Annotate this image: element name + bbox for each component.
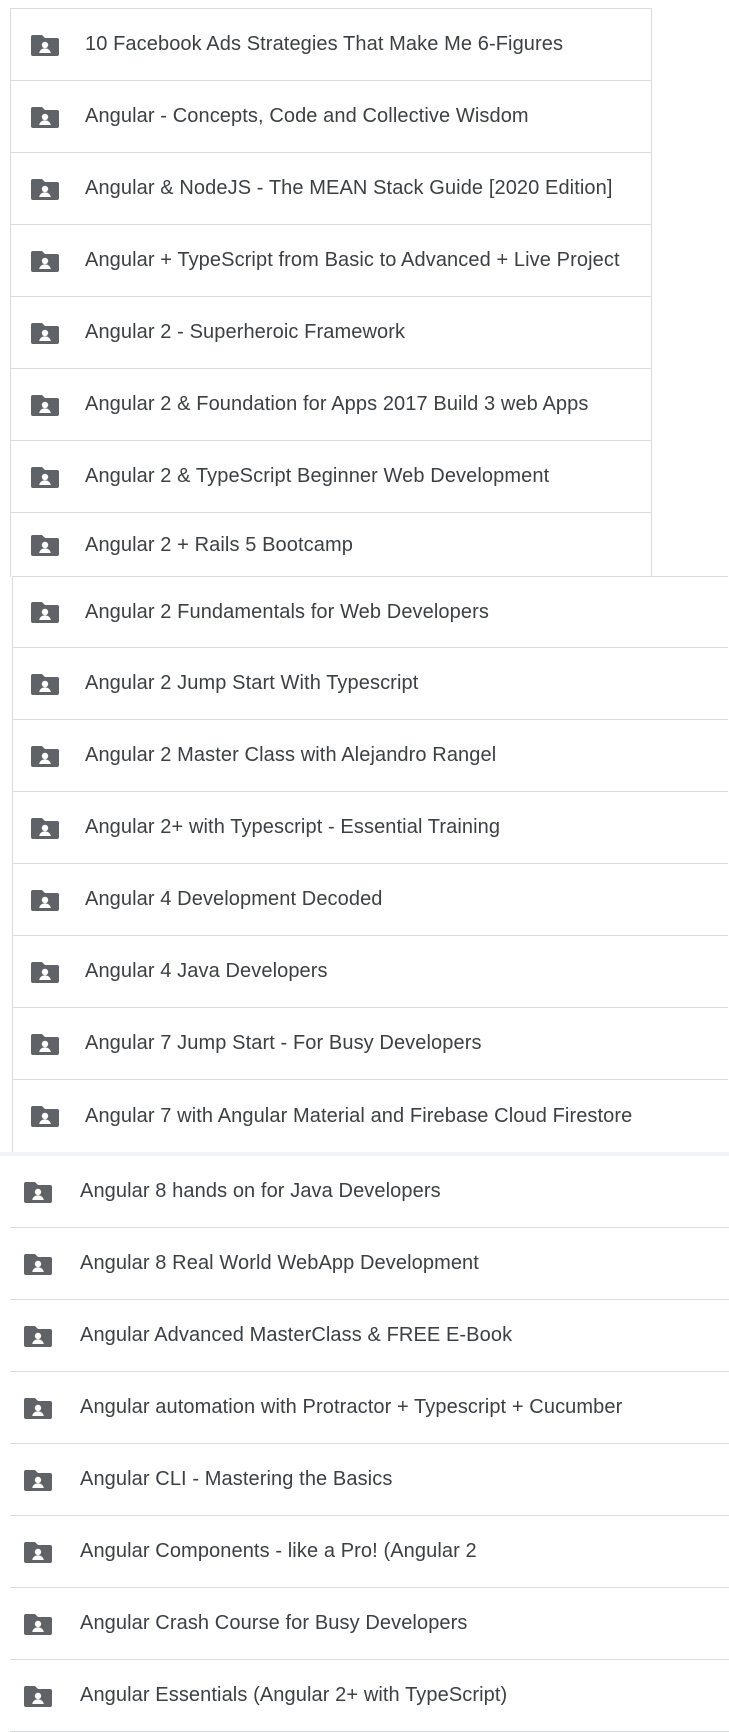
shared-folder-icon xyxy=(31,888,59,912)
folder-row[interactable]: Angular 4 Java Developers xyxy=(13,936,728,1008)
shared-folder-icon xyxy=(31,744,59,768)
shared-folder-icon xyxy=(31,177,59,201)
folder-row[interactable]: Angular 2+ with Typescript - Essential T… xyxy=(13,792,728,864)
folder-name: Angular Crash Course for Busy Developers xyxy=(80,1612,468,1634)
shared-folder-icon xyxy=(31,960,59,984)
folder-name: Angular 4 Java Developers xyxy=(85,960,328,982)
folder-row[interactable]: Angular Advanced MasterClass & FREE E-Bo… xyxy=(10,1300,729,1372)
folder-name: Angular + TypeScript from Basic to Advan… xyxy=(85,249,620,271)
shared-folder-icon xyxy=(31,393,59,417)
folder-row[interactable]: Angular Essentials (Angular 2+ with Type… xyxy=(10,1660,729,1732)
folder-name: Angular 8 Real World WebApp Development xyxy=(80,1252,479,1274)
folder-name: Angular CLI - Mastering the Basics xyxy=(80,1468,393,1490)
folder-name: Angular Essentials (Angular 2+ with Type… xyxy=(80,1684,508,1706)
folder-name: Angular 2 & Foundation for Apps 2017 Bui… xyxy=(85,393,589,415)
folder-list-section-1: 10 Facebook Ads Strategies That Make Me … xyxy=(10,8,652,577)
shared-folder-icon xyxy=(31,1104,59,1128)
folder-name: Angular 2 + Rails 5 Bootcamp xyxy=(85,533,353,556)
folder-list-section-2: Angular 2 Fundamentals for Web Developer… xyxy=(12,576,728,1152)
folder-name: Angular automation with Protractor + Typ… xyxy=(80,1396,623,1418)
folder-name: Angular 2 Master Class with Alejandro Ra… xyxy=(85,744,497,766)
shared-folder-icon xyxy=(24,1252,52,1276)
folder-row[interactable]: Angular 2 + Rails 5 Bootcamp xyxy=(11,513,651,577)
folder-row[interactable]: Angular + TypeScript from Basic to Advan… xyxy=(11,225,651,297)
folder-name: Angular 2 - Superheroic Framework xyxy=(85,321,406,343)
shared-folder-icon xyxy=(24,1396,52,1420)
folder-name: Angular Components - like a Pro! (Angula… xyxy=(80,1540,477,1562)
folder-row[interactable]: Angular Components - like a Pro! (Angula… xyxy=(10,1516,729,1588)
folder-list-section-3: Angular 8 hands on for Java Developers A… xyxy=(10,1156,729,1732)
folder-name: Angular - Concepts, Code and Collective … xyxy=(85,105,529,127)
shared-folder-icon xyxy=(24,1684,52,1708)
folder-name: Angular 2 & TypeScript Beginner Web Deve… xyxy=(85,465,550,487)
shared-folder-icon xyxy=(24,1612,52,1636)
folder-name: Angular 2 Jump Start With Typescript xyxy=(85,672,419,694)
folder-name: Angular Advanced MasterClass & FREE E-Bo… xyxy=(80,1324,513,1346)
folder-row[interactable]: 10 Facebook Ads Strategies That Make Me … xyxy=(11,9,651,81)
shared-folder-icon xyxy=(31,533,59,557)
shared-folder-icon xyxy=(31,105,59,129)
folder-row[interactable]: Angular automation with Protractor + Typ… xyxy=(10,1372,729,1444)
folder-row[interactable]: Angular CLI - Mastering the Basics xyxy=(10,1444,729,1516)
folder-name: Angular 2+ with Typescript - Essential T… xyxy=(85,816,501,838)
folder-name: Angular 7 with Angular Material and Fire… xyxy=(85,1104,633,1127)
folder-row[interactable]: Angular 2 & TypeScript Beginner Web Deve… xyxy=(11,441,651,513)
folder-name: Angular 4 Development Decoded xyxy=(85,888,383,910)
folder-name: 10 Facebook Ads Strategies That Make Me … xyxy=(85,33,564,55)
folder-row[interactable]: Angular 2 & Foundation for Apps 2017 Bui… xyxy=(11,369,651,441)
shared-folder-icon xyxy=(31,321,59,345)
folder-name: Angular 7 Jump Start - For Busy Develope… xyxy=(85,1032,482,1054)
shared-folder-icon xyxy=(24,1180,52,1204)
folder-row[interactable]: Angular 2 - Superheroic Framework xyxy=(11,297,651,369)
folder-row[interactable]: Angular - Concepts, Code and Collective … xyxy=(11,81,651,153)
shared-folder-icon xyxy=(31,672,59,696)
shared-folder-icon xyxy=(31,249,59,273)
folder-row[interactable]: Angular 7 with Angular Material and Fire… xyxy=(13,1080,728,1152)
folder-row[interactable]: Angular Crash Course for Busy Developers xyxy=(10,1588,729,1660)
folder-row[interactable]: Angular 8 hands on for Java Developers xyxy=(10,1156,729,1228)
shared-folder-icon xyxy=(31,1032,59,1056)
shared-folder-icon xyxy=(24,1324,52,1348)
folder-row[interactable]: Angular 2 Jump Start With Typescript xyxy=(13,648,728,720)
folder-name: Angular 2 Fundamentals for Web Developer… xyxy=(85,600,489,623)
folder-row[interactable]: Angular 8 Real World WebApp Development xyxy=(10,1228,729,1300)
shared-folder-icon xyxy=(24,1468,52,1492)
folder-row[interactable]: Angular 7 Jump Start - For Busy Develope… xyxy=(13,1008,728,1080)
folder-row[interactable]: Angular 2 Fundamentals for Web Developer… xyxy=(13,576,728,648)
shared-folder-icon xyxy=(24,1540,52,1564)
shared-folder-icon xyxy=(31,600,59,624)
folder-row[interactable]: Angular 2 Master Class with Alejandro Ra… xyxy=(13,720,728,792)
shared-folder-icon xyxy=(31,465,59,489)
folder-name: Angular 8 hands on for Java Developers xyxy=(80,1180,441,1202)
folder-row[interactable]: Angular & NodeJS - The MEAN Stack Guide … xyxy=(11,153,651,225)
shared-folder-icon xyxy=(31,816,59,840)
folder-row[interactable]: Angular 4 Development Decoded xyxy=(13,864,728,936)
shared-folder-icon xyxy=(31,33,59,57)
folder-name: Angular & NodeJS - The MEAN Stack Guide … xyxy=(85,177,613,199)
